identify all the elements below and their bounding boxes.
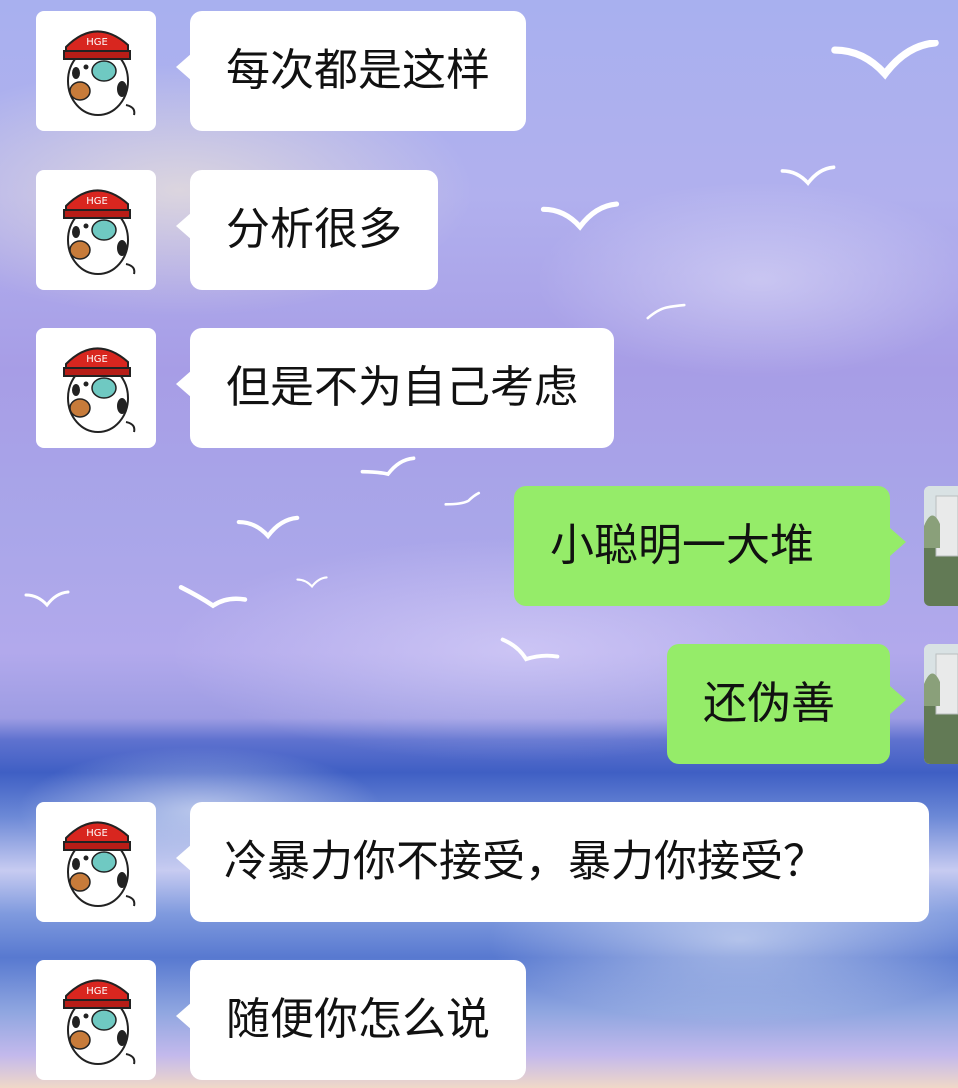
cat-with-red-cap-avatar-icon: HGE xyxy=(63,821,136,907)
cat-with-red-cap-avatar-icon: HGE xyxy=(63,979,136,1065)
message-row: HGE 冷暴力你不接受，暴力你接受？ xyxy=(0,802,958,922)
message-row: HGE 分析很多 xyxy=(0,170,958,290)
message-bubble-incoming[interactable]: 每次都是这样 xyxy=(190,11,526,131)
contact-avatar[interactable]: HGE xyxy=(36,802,156,922)
svg-text:HGE: HGE xyxy=(86,986,108,997)
message-bubble-outgoing[interactable]: 还伪善 xyxy=(667,644,890,764)
svg-text:HGE: HGE xyxy=(86,354,108,365)
message-row: HGE 每次都是这样 xyxy=(0,11,958,131)
contact-avatar[interactable]: HGE xyxy=(36,170,156,290)
contact-avatar[interactable]: HGE xyxy=(36,328,156,448)
svg-text:HGE: HGE xyxy=(86,196,108,207)
seagull-icon xyxy=(360,456,416,477)
landscape-photo-avatar-icon xyxy=(924,644,958,764)
svg-text:HGE: HGE xyxy=(86,828,108,839)
bubble-tail xyxy=(890,686,906,714)
cat-with-red-cap-avatar-icon: HGE xyxy=(63,30,136,116)
bubble-tail xyxy=(890,528,906,556)
seagull-icon xyxy=(646,303,686,320)
message-row: HGE 随便你怎么说 xyxy=(0,960,958,1080)
message-bubble-incoming[interactable]: 冷暴力你不接受，暴力你接受？ xyxy=(190,802,929,922)
message-bubble-outgoing[interactable]: 小聪明一大堆 xyxy=(514,486,890,606)
landscape-photo-avatar-icon xyxy=(924,486,958,606)
message-row: 还伪善 xyxy=(0,644,958,764)
svg-text:HGE: HGE xyxy=(86,37,108,48)
own-avatar[interactable] xyxy=(924,644,958,764)
message-bubble-incoming[interactable]: 但是不为自己考虑 xyxy=(190,328,614,448)
message-row: 小聪明一大堆 xyxy=(0,486,958,606)
contact-avatar[interactable]: HGE xyxy=(36,960,156,1080)
cat-with-red-cap-avatar-icon: HGE xyxy=(63,347,136,433)
contact-avatar[interactable]: HGE xyxy=(36,11,156,131)
message-row: HGE 但是不为自己考虑 xyxy=(0,328,958,448)
message-bubble-incoming[interactable]: 分析很多 xyxy=(190,170,438,290)
message-bubble-incoming[interactable]: 随便你怎么说 xyxy=(190,960,526,1080)
cat-with-red-cap-avatar-icon: HGE xyxy=(63,189,136,275)
own-avatar[interactable] xyxy=(924,486,958,606)
